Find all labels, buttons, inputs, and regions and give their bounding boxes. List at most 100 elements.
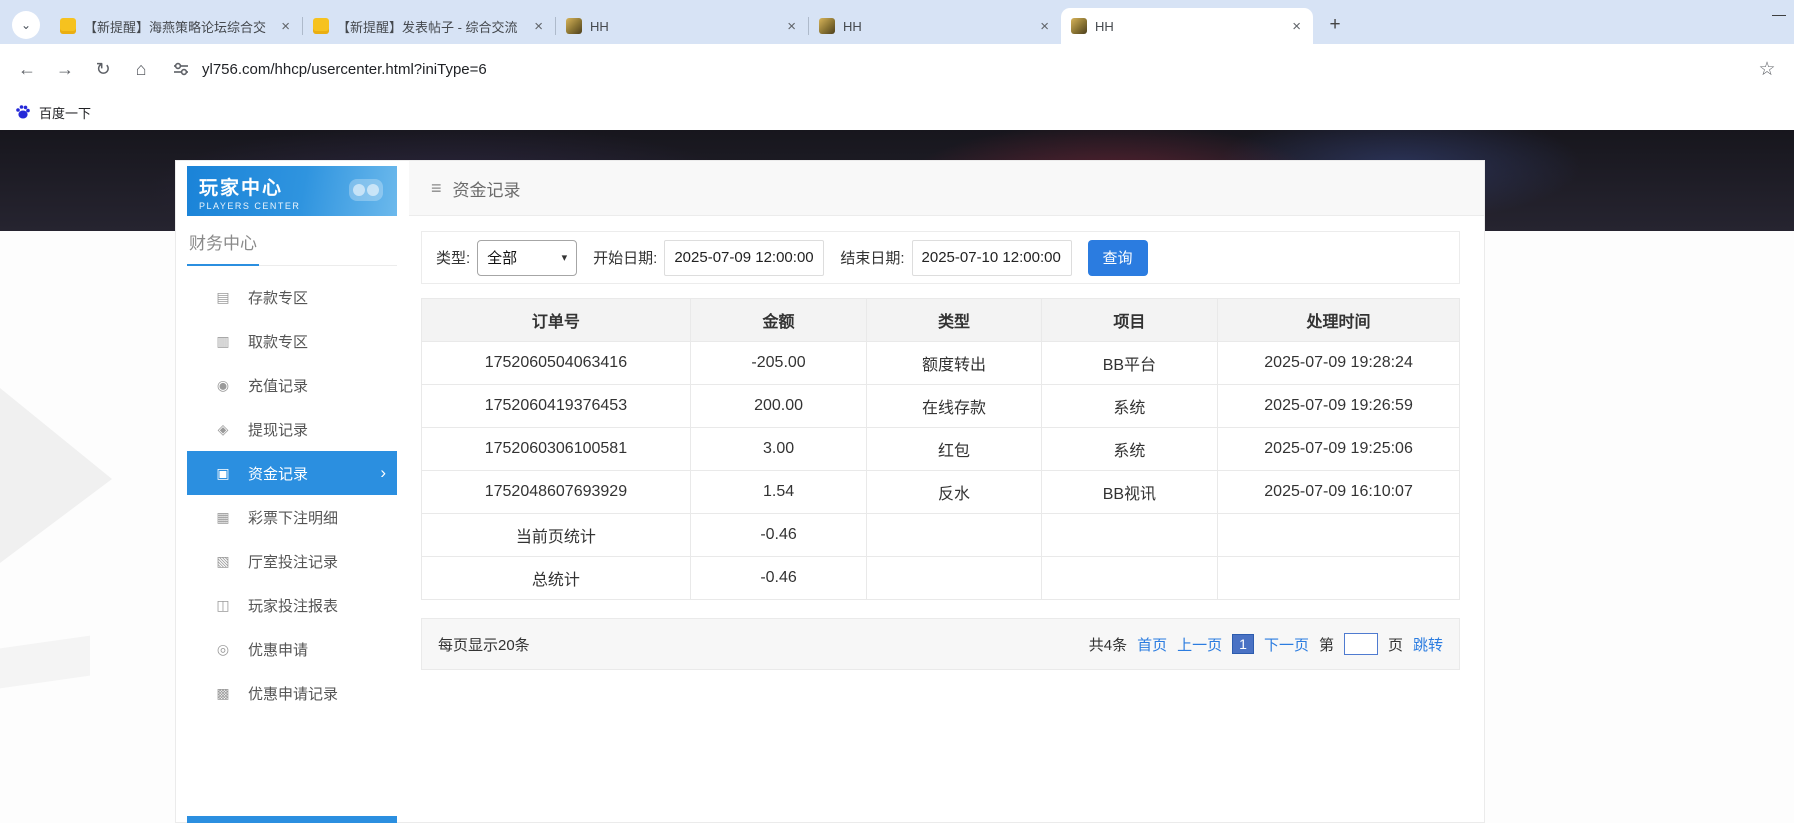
bookmark-baidu[interactable]: 百度一下 — [14, 103, 91, 122]
table-row: 1752060504063416 -205.00 额度转出 BB平台 2025-… — [422, 342, 1460, 385]
cell-empty — [867, 514, 1041, 557]
reload-button[interactable]: ↻ — [86, 52, 120, 86]
window-minimize-button[interactable]: — — [1772, 6, 1786, 22]
cell-time: 2025-07-09 19:26:59 — [1218, 385, 1460, 428]
tab-title: HH — [590, 19, 777, 34]
jump-link[interactable]: 跳转 — [1413, 634, 1443, 655]
withdrawal-records-icon: ◈ — [214, 421, 232, 438]
lottery-bet-details-icon: ▦ — [214, 509, 232, 526]
bookmark-label: 百度一下 — [39, 103, 91, 122]
hall-bet-records-icon: ▧ — [214, 553, 232, 570]
total-count-label: 共4条 — [1089, 634, 1127, 655]
prev-page-link[interactable]: 上一页 — [1177, 634, 1222, 655]
sidebar: 玩家中心 PLAYERS CENTER 财务中心 ▤ 存款专区 ▥ 取款专区 ◉… — [187, 166, 397, 715]
address-bar[interactable]: yl756.com/hhcp/usercenter.html?iniType=6 — [162, 60, 1746, 78]
type-select-value: 全部 — [487, 247, 517, 268]
back-button[interactable]: ← — [10, 52, 44, 86]
sidebar-item-deposit[interactable]: ▤ 存款专区 — [187, 275, 397, 319]
browser-tab-3[interactable]: HH × — [556, 8, 808, 44]
col-header-amount: 金额 — [690, 299, 866, 342]
sidebar-subtitle: PLAYERS CENTER — [199, 201, 397, 211]
sidebar-item-promo-apply[interactable]: ◎ 优惠申请 — [187, 627, 397, 671]
bookmark-star-button[interactable]: ☆ — [1750, 52, 1784, 86]
sidebar-item-label: 充值记录 — [248, 375, 308, 396]
user-center-panel: 玩家中心 PLAYERS CENTER 财务中心 ▤ 存款专区 ▥ 取款专区 ◉… — [175, 160, 1485, 823]
cell-amount: -0.46 — [690, 557, 866, 600]
sidebar-item-recharge-records[interactable]: ◉ 充值记录 — [187, 363, 397, 407]
cell-time: 2025-07-09 16:10:07 — [1218, 471, 1460, 514]
home-button[interactable]: ⌂ — [124, 52, 158, 86]
sidebar-item-withdrawal-records[interactable]: ◈ 提现记录 — [187, 407, 397, 451]
sidebar-item-label: 取款专区 — [248, 331, 308, 352]
chevron-down-icon: ▾ — [562, 251, 568, 264]
site-info-icon[interactable] — [172, 60, 190, 78]
browser-tab-5-active[interactable]: HH × — [1061, 8, 1313, 44]
sidebar-item-label: 彩票下注明细 — [248, 507, 338, 528]
tab-title: 【新提醒】海燕策略论坛综合交 — [84, 17, 271, 36]
main-body: 类型: 全部 ▾ 开始日期: 结束日期: 查询 — [409, 216, 1484, 670]
cell-type: 额度转出 — [867, 342, 1041, 385]
home-icon: ⌂ — [136, 59, 147, 80]
table-row: 1752060306100581 3.00 红包 系统 2025-07-09 1… — [422, 428, 1460, 471]
next-page-link[interactable]: 下一页 — [1264, 634, 1309, 655]
cell-amount: 200.00 — [690, 385, 866, 428]
sidebar-item-label: 优惠申请 — [248, 639, 308, 660]
forum-favicon-icon — [60, 18, 76, 34]
hh-favicon-icon — [566, 18, 582, 34]
close-icon[interactable]: × — [279, 18, 292, 35]
url-text[interactable]: yl756.com/hhcp/usercenter.html?iniType=6 — [202, 61, 487, 78]
sidebar-item-fund-records[interactable]: ▣ 资金记录 › — [187, 451, 397, 495]
player-bet-report-icon: ◫ — [214, 597, 232, 614]
close-icon[interactable]: × — [785, 18, 798, 35]
forward-button[interactable]: → — [48, 52, 82, 86]
sidebar-item-promo-apply-records[interactable]: ▩ 优惠申请记录 — [187, 671, 397, 715]
cell-order-no: 1752060504063416 — [422, 342, 691, 385]
forum-favicon-icon — [313, 18, 329, 34]
end-date-input[interactable] — [912, 240, 1072, 276]
chevron-down-icon: ⌄ — [21, 18, 31, 32]
table-row: 1752060419376453 200.00 在线存款 系统 2025-07-… — [422, 385, 1460, 428]
cell-time: 2025-07-09 19:28:24 — [1218, 342, 1460, 385]
browser-tab-bar: ⌄ 【新提醒】海燕策略论坛综合交 × 【新提醒】发表帖子 - 综合交流 × HH… — [0, 0, 1794, 44]
close-icon[interactable]: × — [532, 18, 545, 35]
cell-empty — [1218, 514, 1460, 557]
sidebar-item-withdraw[interactable]: ▥ 取款专区 — [187, 319, 397, 363]
tab-search-button[interactable]: ⌄ — [12, 11, 40, 39]
browser-tab-1[interactable]: 【新提醒】海燕策略论坛综合交 × — [50, 8, 302, 44]
query-button[interactable]: 查询 — [1088, 240, 1148, 276]
hh-favicon-icon — [819, 18, 835, 34]
browser-tab-2[interactable]: 【新提醒】发表帖子 - 综合交流 × — [303, 8, 555, 44]
browser-tab-4[interactable]: HH × — [809, 8, 1061, 44]
sidebar-item-hall-bet-records[interactable]: ▧ 厅室投注记录 — [187, 539, 397, 583]
new-tab-button[interactable]: + — [1321, 11, 1349, 39]
players-center-header: 玩家中心 PLAYERS CENTER — [187, 166, 397, 216]
sidebar-item-lottery-bet-details[interactable]: ▦ 彩票下注明细 — [187, 495, 397, 539]
reload-icon: ↻ — [95, 59, 110, 80]
start-date-input[interactable] — [664, 240, 824, 276]
sidebar-item-label: 提现记录 — [248, 419, 308, 440]
webpage-viewport: 玩家中心 PLAYERS CENTER 财务中心 ▤ 存款专区 ▥ 取款专区 ◉… — [0, 130, 1794, 823]
fund-records-icon: ▣ — [214, 465, 232, 482]
jump-page-input[interactable] — [1344, 633, 1378, 655]
fund-records-table: 订单号 金额 类型 项目 处理时间 1752060504063416 -205.… — [421, 298, 1460, 600]
first-page-link[interactable]: 首页 — [1137, 634, 1167, 655]
cell-order-no: 1752048607693929 — [422, 471, 691, 514]
cell-type: 反水 — [867, 471, 1041, 514]
close-icon[interactable]: × — [1290, 18, 1303, 35]
type-select[interactable]: 全部 ▾ — [477, 240, 577, 276]
star-icon: ☆ — [1758, 58, 1775, 81]
sidebar-item-player-bet-report[interactable]: ◫ 玩家投注报表 — [187, 583, 397, 627]
cell-empty — [867, 557, 1041, 600]
cell-project: 系统 — [1041, 428, 1217, 471]
browser-toolbar: ← → ↻ ⌂ yl756.com/hhcp/usercenter.html?i… — [0, 44, 1794, 94]
background-decoration — [0, 388, 112, 563]
cell-amount: -0.46 — [690, 514, 866, 557]
close-icon[interactable]: × — [1038, 18, 1051, 35]
plus-icon: + — [1329, 14, 1340, 36]
promo-apply-records-icon: ▩ — [214, 685, 232, 702]
filter-bar: 类型: 全部 ▾ 开始日期: 结束日期: 查询 — [421, 231, 1460, 284]
cell-empty — [1041, 514, 1217, 557]
promo-apply-icon: ◎ — [214, 641, 232, 658]
tab-title: 【新提醒】发表帖子 - 综合交流 — [337, 17, 524, 36]
current-page-indicator[interactable]: 1 — [1232, 634, 1254, 654]
